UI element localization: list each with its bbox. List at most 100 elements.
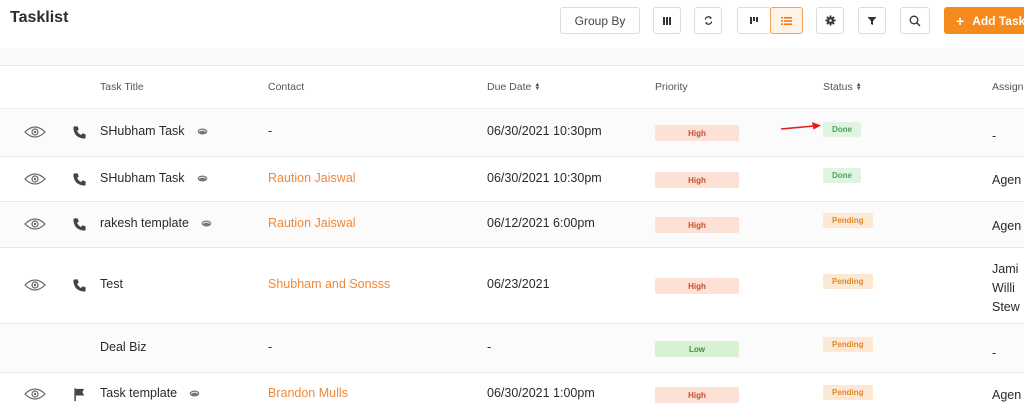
priority-badge: High <box>655 172 739 188</box>
template-icon <box>197 175 207 182</box>
assignee-name: Stew <box>992 300 1020 314</box>
page-header: Tasklist Group By + Add Task <box>0 0 1024 48</box>
columns-button[interactable] <box>653 7 681 34</box>
col-contact-label: Contact <box>268 81 305 93</box>
flag-icon <box>74 388 85 402</box>
status-badge[interactable]: Done <box>823 122 861 137</box>
toolbar-separator <box>0 48 1024 66</box>
gear-icon <box>824 15 836 26</box>
col-priority[interactable]: Priority <box>655 81 688 93</box>
status-badge[interactable]: Done <box>823 168 861 183</box>
template-icon <box>201 220 212 227</box>
assignee-cell: - <box>992 129 997 143</box>
page-title: Tasklist <box>10 9 69 26</box>
task-title[interactable]: rakesh template <box>100 216 212 230</box>
template-icon <box>189 390 200 397</box>
col-task-title-label: Task Title <box>100 81 144 93</box>
search-icon <box>909 15 921 26</box>
contact-link[interactable]: Raution Jaiswal <box>268 171 356 185</box>
assignee-cell: Jami Willi Stew <box>992 260 1020 317</box>
group-by-label: Group By <box>574 13 626 28</box>
assignee-cell: Agen <box>992 219 1022 233</box>
status-badge[interactable]: Pending <box>823 337 873 352</box>
group-by-button[interactable]: Group By <box>560 7 640 34</box>
due-date-cell: 06/23/2021 <box>487 277 550 291</box>
columns-icon <box>663 16 671 25</box>
task-title[interactable]: SHubham Task <box>100 124 208 138</box>
contact-link[interactable]: Raution Jaiswal <box>268 216 356 230</box>
col-due-date-label: Due Date <box>487 81 532 93</box>
phone-icon <box>73 173 86 186</box>
task-title[interactable]: Deal Biz <box>100 340 147 354</box>
add-task-button[interactable]: + Add Task <box>944 7 1024 34</box>
status-badge[interactable]: Pending <box>823 213 873 228</box>
task-title-text: Task template <box>100 386 178 400</box>
contact-link[interactable]: Brandon Mulls <box>268 386 348 400</box>
table-row[interactable]: SHubham Task Raution Jaiswal 06/30/2021 … <box>0 157 1024 202</box>
phone-icon <box>73 279 86 292</box>
task-title[interactable]: Task template <box>100 386 200 400</box>
due-date-cell: - <box>487 340 492 354</box>
sort-icon[interactable]: ▲ ▼ <box>534 82 540 92</box>
settings-button[interactable] <box>816 7 844 34</box>
phone-icon <box>73 126 86 139</box>
filter-icon <box>867 16 877 25</box>
table-row[interactable]: SHubham Task - 06/30/2021 10:30pm High D… <box>0 109 1024 157</box>
refresh-button[interactable] <box>694 7 722 34</box>
col-assign-label: Assign <box>992 81 1024 93</box>
task-title-text: rakesh template <box>100 216 189 230</box>
assignee-cell: Agen <box>992 173 1022 187</box>
eye-icon[interactable] <box>24 278 46 292</box>
search-button[interactable] <box>900 7 930 34</box>
eye-icon[interactable] <box>24 387 46 401</box>
kanban-view-button[interactable] <box>737 7 771 34</box>
status-badge[interactable]: Pending <box>823 274 873 289</box>
contact-link[interactable]: Shubham and Sonsss <box>268 277 390 291</box>
task-title-text: SHubham Task <box>100 124 185 138</box>
eye-icon[interactable] <box>24 172 46 186</box>
due-date-cell: 06/30/2021 10:30pm <box>487 124 602 138</box>
col-priority-label: Priority <box>655 81 688 93</box>
contact-cell: - <box>268 124 273 138</box>
col-status-label: Status <box>823 81 853 93</box>
list-view-button[interactable] <box>770 7 803 34</box>
assignee-cell: - <box>992 346 997 360</box>
task-title[interactable]: SHubham Task <box>100 171 208 185</box>
kanban-icon <box>750 16 758 24</box>
assignee-name: Jami <box>992 262 1019 276</box>
due-date-cell: 06/12/2021 6:00pm <box>487 216 595 230</box>
col-task-title[interactable]: Task Title <box>100 81 144 93</box>
eye-icon[interactable] <box>24 217 46 231</box>
sort-icon[interactable]: ▲ ▼ <box>856 82 862 92</box>
template-icon <box>197 128 207 135</box>
list-icon <box>781 16 792 25</box>
phone-icon <box>73 218 86 231</box>
eye-icon[interactable] <box>24 125 46 139</box>
due-date-cell: 06/30/2021 1:00pm <box>487 386 595 400</box>
assignee-name: Willi <box>992 281 1015 295</box>
due-date-cell: 06/30/2021 10:30pm <box>487 171 602 185</box>
task-title[interactable]: Test <box>100 277 123 291</box>
filter-button[interactable] <box>858 7 886 34</box>
col-due-date[interactable]: Due Date ▲ ▼ <box>487 81 540 93</box>
table-row[interactable]: Task template Brandon Mulls 06/30/2021 1… <box>0 373 1024 413</box>
col-status[interactable]: Status ▲ ▼ <box>823 81 862 93</box>
refresh-icon <box>704 16 712 25</box>
table-row[interactable]: Test Shubham and Sonsss 06/23/2021 High … <box>0 248 1024 324</box>
col-contact[interactable]: Contact <box>268 81 304 93</box>
add-task-label: Add Task <box>972 13 1024 28</box>
assignee-cell: Agen <box>992 388 1022 402</box>
priority-badge: High <box>655 125 739 141</box>
table-row[interactable]: Deal Biz - - Low Pending - <box>0 324 1024 373</box>
plus-icon: + <box>956 12 965 29</box>
col-assign[interactable]: Assign <box>992 81 1024 93</box>
status-badge[interactable]: Pending <box>823 385 873 400</box>
table-row[interactable]: rakesh template Raution Jaiswal 06/12/20… <box>0 202 1024 248</box>
contact-cell: - <box>268 340 273 354</box>
table-header: Task Title Contact Due Date ▲ ▼ Priority S… <box>0 66 1024 109</box>
annotation-arrow <box>780 122 821 130</box>
priority-badge: High <box>655 217 739 233</box>
priority-badge: Low <box>655 341 739 357</box>
priority-badge: High <box>655 387 739 403</box>
priority-badge: High <box>655 278 739 294</box>
